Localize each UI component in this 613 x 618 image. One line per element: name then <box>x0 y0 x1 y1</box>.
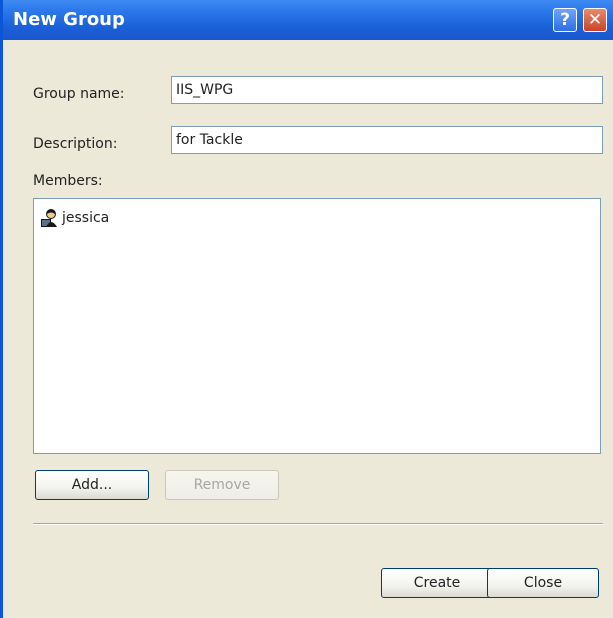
new-group-dialog: New Group ? ✕ Group name: IIS_WPG Descri… <box>0 0 613 618</box>
remove-button[interactable]: Remove <box>165 470 279 500</box>
help-button[interactable]: ? <box>553 8 577 32</box>
create-button[interactable]: Create <box>381 568 493 598</box>
member-name: jessica <box>62 210 110 226</box>
title-bar[interactable]: New Group ? ✕ <box>3 0 613 40</box>
separator <box>33 523 603 525</box>
description-label: Description: <box>33 136 118 152</box>
members-label: Members: <box>33 173 103 189</box>
close-window-button[interactable]: ✕ <box>583 8 607 32</box>
list-item[interactable]: jessica <box>40 207 109 229</box>
close-button[interactable]: Close <box>487 568 599 598</box>
user-icon <box>41 209 57 227</box>
window-title: New Group <box>13 9 125 30</box>
members-list[interactable]: jessica <box>33 198 601 454</box>
group-name-label: Group name: <box>33 86 125 102</box>
description-input[interactable]: for Tackle <box>171 126 603 154</box>
group-name-input[interactable]: IIS_WPG <box>171 76 603 104</box>
dialog-body: Group name: IIS_WPG Description: for Tac… <box>3 40 613 618</box>
add-button[interactable]: Add... <box>35 470 149 500</box>
